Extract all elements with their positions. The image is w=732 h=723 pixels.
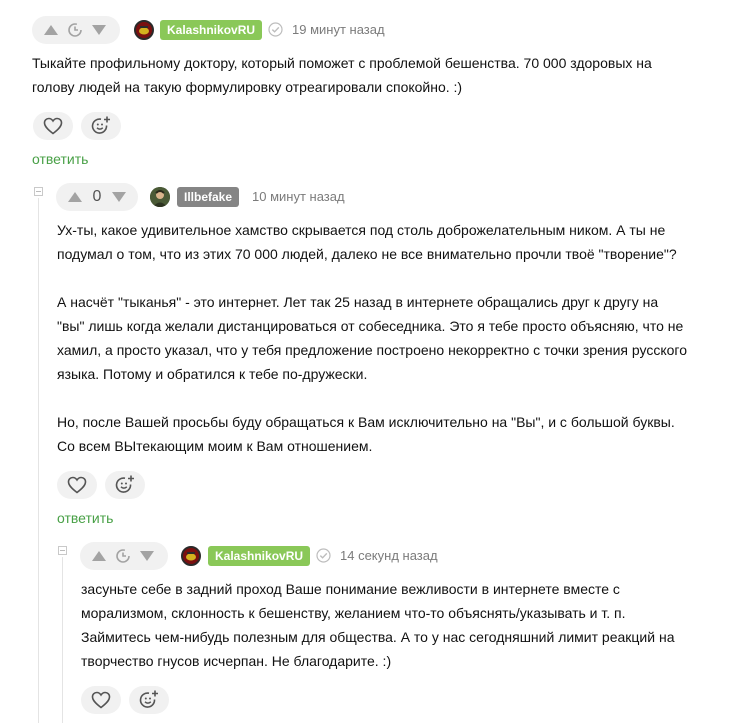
rating-pending — [110, 545, 136, 567]
heart-icon — [91, 691, 111, 709]
comment: 0 Illbefake 10 минут назад Ух-ты, какое … — [0, 183, 732, 526]
rating-timer-icon — [68, 23, 82, 37]
downvote-button[interactable] — [108, 186, 130, 208]
upvote-button[interactable] — [88, 545, 110, 567]
reply-link[interactable]: ответить — [32, 151, 88, 167]
triangle-down-icon — [92, 25, 106, 35]
comment: KalashnikovRU 19 минут назад Тыкайте про… — [0, 16, 732, 167]
avatar-emblem-icon — [183, 548, 199, 564]
heart-icon — [67, 476, 87, 494]
rating-control — [80, 542, 168, 570]
comment-paragraph: Но, после Вашей просьбы буду обращаться … — [57, 414, 675, 454]
avatar[interactable] — [150, 187, 170, 207]
author-name[interactable]: Illbefake — [177, 187, 240, 207]
verified-check-icon — [268, 22, 283, 37]
comment: KalashnikovRU 14 секунд назад засуньте с… — [0, 542, 732, 714]
smiley-plus-icon — [91, 116, 110, 134]
smiley-plus-icon — [139, 690, 158, 708]
thread-line-level-2 — [62, 557, 63, 723]
author-name[interactable]: KalashnikovRU — [208, 546, 311, 566]
like-button[interactable] — [33, 112, 73, 140]
thread-line-level-1 — [38, 198, 39, 723]
react-button[interactable] — [129, 686, 169, 714]
comment-paragraph: Ух-ты, какое удивительное хамство скрыва… — [57, 222, 677, 262]
reply-link[interactable]: ответить — [57, 510, 113, 526]
comment-header: KalashnikovRU 19 минут назад — [0, 16, 732, 48]
triangle-down-icon — [112, 192, 126, 202]
comment-body: Тыкайте профильному доктору, который пом… — [32, 51, 682, 99]
upvote-button[interactable] — [64, 186, 86, 208]
comment-actions — [57, 471, 145, 499]
triangle-up-icon — [92, 551, 106, 561]
comment-time[interactable]: 19 минут назад — [292, 20, 385, 40]
triangle-up-icon — [68, 192, 82, 202]
rating-control — [32, 16, 120, 44]
comment-actions — [33, 112, 121, 140]
rating-control: 0 — [56, 183, 138, 211]
avatar-photo-icon — [150, 187, 170, 207]
like-button[interactable] — [57, 471, 97, 499]
author-name[interactable]: KalashnikovRU — [160, 20, 263, 40]
downvote-button[interactable] — [136, 545, 158, 567]
rating-timer-icon — [116, 549, 130, 563]
comment-body: Ух-ты, какое удивительное хамство скрыва… — [57, 218, 687, 458]
avatar-emblem-icon — [136, 22, 152, 38]
avatar[interactable] — [181, 546, 201, 566]
verified-check-icon — [316, 548, 331, 563]
like-button[interactable] — [81, 686, 121, 714]
avatar[interactable] — [134, 20, 154, 40]
comment-header: 0 Illbefake 10 минут назад — [0, 183, 732, 215]
comment-paragraph: А насчёт "тыканья" - это интернет. Лет т… — [57, 294, 688, 382]
heart-icon — [43, 117, 63, 135]
triangle-up-icon — [44, 25, 58, 35]
comment-header: KalashnikovRU 14 секунд назад — [0, 542, 732, 574]
rating-value: 0 — [92, 188, 102, 205]
rating-pending — [62, 19, 88, 41]
comment-time[interactable]: 10 минут назад — [252, 187, 345, 207]
comment-time[interactable]: 14 секунд назад — [340, 546, 438, 566]
smiley-plus-icon — [115, 475, 134, 493]
comment-actions — [81, 686, 169, 714]
triangle-down-icon — [140, 551, 154, 561]
comment-paragraph: засуньте себе в задний проход Ваше поним… — [81, 581, 675, 669]
comment-body: засуньте себе в задний проход Ваше поним… — [81, 577, 691, 673]
react-button[interactable] — [105, 471, 145, 499]
upvote-button[interactable] — [40, 19, 62, 41]
comment-paragraph: Тыкайте профильному доктору, который пом… — [32, 55, 652, 95]
downvote-button[interactable] — [88, 19, 110, 41]
react-button[interactable] — [81, 112, 121, 140]
